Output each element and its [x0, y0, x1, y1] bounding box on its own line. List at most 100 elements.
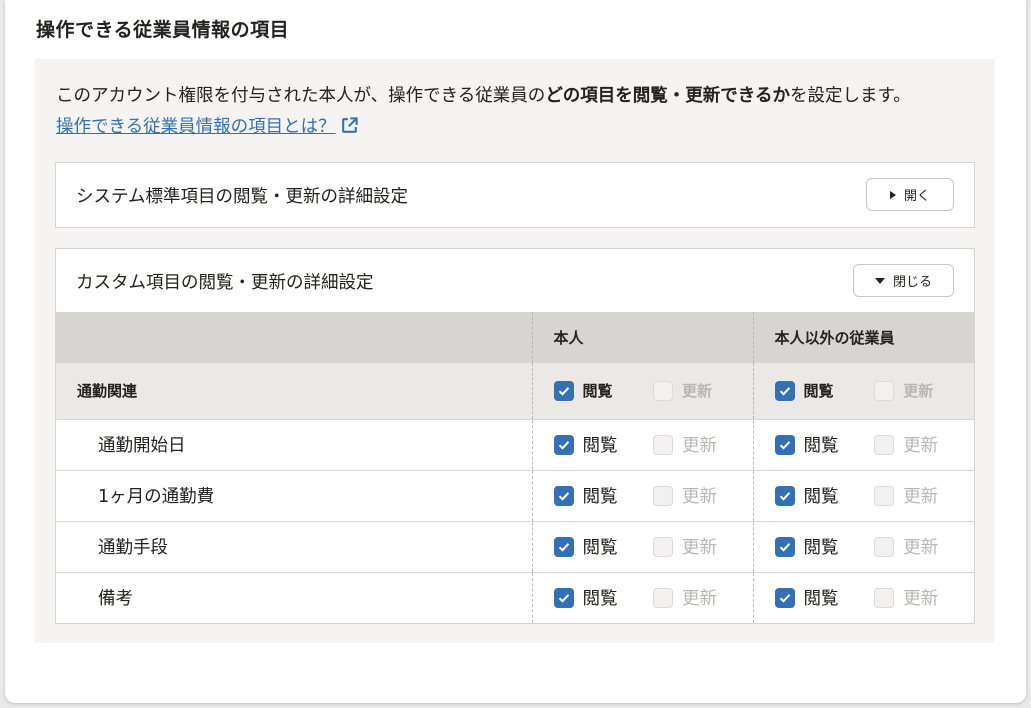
checkbox-unchecked-icon: [874, 485, 895, 506]
checkbox-checked-icon: [553, 434, 574, 455]
self-permissions: 閲覧 更新: [533, 534, 753, 559]
checkbox-checked-icon: [553, 380, 574, 401]
permission-table: 本人 本人以外の従業員 通勤関連 閲覧 更新 閲覧 更新 通勤開始日 閲覧 更新 閲覧 更新 1ヶ月…: [56, 312, 974, 623]
checkbox-unchecked-icon: [653, 536, 673, 557]
self-cell: 閲覧 更新: [531, 419, 753, 470]
others-view-checkbox[interactable]: 閲覧: [774, 483, 875, 508]
checkbox-label: 閲覧: [582, 538, 618, 558]
others-update-checkbox: 更新: [874, 432, 974, 457]
checkbox-label: 閲覧: [582, 487, 618, 507]
checkbox-unchecked-icon: [653, 485, 673, 506]
checkbox-label: 閲覧: [803, 436, 839, 456]
checkbox-checked-icon: [774, 380, 795, 401]
checkbox-checked-icon: [774, 536, 795, 557]
row-label: 通勤関連: [77, 382, 138, 401]
self-view-checkbox[interactable]: 閲覧: [553, 585, 654, 610]
column-header-self: 本人: [531, 312, 753, 363]
others-permissions: 閲覧 更新: [754, 585, 975, 610]
custom-items-section: カスタム項目の閲覧・更新の詳細設定 閉じる 本人 本人以外の従業員 通勤関連 閲覧…: [55, 248, 975, 624]
checkbox-label: 更新: [903, 589, 939, 610]
settings-card: 操作できる従業員情報の項目 このアカウント権限を付与された本人が、操作できる従業…: [5, 0, 1026, 703]
checkbox-label: 閲覧: [582, 382, 613, 401]
others-permissions: 閲覧 更新: [754, 534, 975, 559]
checkbox-label: 閲覧: [803, 589, 839, 610]
others-view-checkbox[interactable]: 閲覧: [774, 534, 875, 559]
others-cell: 閲覧 更新: [752, 470, 975, 521]
self-permissions: 閲覧 更新: [533, 380, 753, 401]
self-update-checkbox: 更新: [653, 585, 753, 610]
checkbox-unchecked-icon: [874, 380, 895, 401]
help-link[interactable]: 操作できる従業員情報の項目とは？: [56, 113, 359, 140]
checkbox-checked-icon: [553, 485, 574, 506]
external-link-icon: [340, 116, 359, 140]
checkbox-label: 更新: [903, 436, 939, 456]
column-header-others: 本人以外の従業員: [752, 312, 974, 363]
checkbox-label: 更新: [903, 382, 934, 401]
checkbox-label: 更新: [682, 487, 717, 507]
others-view-checkbox[interactable]: 閲覧: [774, 380, 875, 401]
checkbox-label: 閲覧: [803, 538, 839, 558]
checkbox-label: 更新: [682, 538, 717, 558]
group-row: 通勤関連 閲覧 更新 閲覧 更新: [56, 363, 974, 419]
open-button-label: 開く: [903, 189, 930, 204]
checkbox-label: 閲覧: [582, 589, 618, 610]
checkbox-checked-icon: [774, 485, 795, 506]
others-permissions: 閲覧 更新: [754, 483, 975, 508]
table-row: 備考 閲覧 更新 閲覧 更新: [56, 572, 974, 623]
description-text: このアカウント権限を付与された本人が、操作できる従業員の: [56, 86, 546, 106]
row-label: 備考: [98, 589, 133, 610]
others-permissions: 閲覧 更新: [754, 432, 975, 457]
help-link-label: 操作できる従業員情報の項目とは？: [56, 117, 336, 137]
self-permissions: 閲覧 更新: [533, 432, 753, 457]
self-cell: 閲覧 更新: [531, 572, 753, 623]
checkbox-unchecked-icon: [874, 587, 895, 608]
self-view-checkbox[interactable]: 閲覧: [553, 483, 654, 508]
table-row: 1ヶ月の通勤費 閲覧 更新 閲覧 更新: [56, 470, 974, 521]
others-update-checkbox: 更新: [874, 380, 974, 401]
others-permissions: 閲覧 更新: [754, 380, 975, 401]
standard-section-title: システム標準項目の閲覧・更新の詳細設定: [76, 187, 408, 207]
checkbox-label: 閲覧: [582, 436, 618, 456]
checkbox-checked-icon: [774, 587, 795, 608]
caret-right-icon: [889, 190, 896, 199]
row-label: 通勤開始日: [98, 436, 186, 456]
description-text-end: を設定します。: [789, 86, 911, 106]
others-cell: 閲覧 更新: [752, 363, 975, 419]
others-update-checkbox: 更新: [874, 483, 974, 508]
others-cell: 閲覧 更新: [752, 521, 975, 572]
others-cell: 閲覧 更新: [752, 572, 975, 623]
self-update-checkbox: 更新: [653, 380, 753, 401]
row-label: 通勤手段: [98, 538, 168, 558]
open-button[interactable]: 開く: [866, 178, 954, 211]
table-row: 通勤手段 閲覧 更新 閲覧 更新: [56, 521, 974, 572]
self-view-checkbox[interactable]: 閲覧: [553, 534, 654, 559]
checkbox-unchecked-icon: [874, 536, 895, 557]
checkbox-checked-icon: [553, 587, 574, 608]
checkbox-label: 閲覧: [803, 487, 839, 507]
caret-down-icon: [874, 277, 885, 284]
checkbox-unchecked-icon: [653, 380, 673, 401]
self-view-checkbox[interactable]: 閲覧: [553, 380, 654, 401]
others-view-checkbox[interactable]: 閲覧: [774, 585, 875, 610]
self-permissions: 閲覧 更新: [533, 585, 753, 610]
others-update-checkbox: 更新: [874, 585, 974, 610]
others-update-checkbox: 更新: [874, 534, 974, 559]
checkbox-label: 更新: [682, 589, 717, 610]
self-permissions: 閲覧 更新: [533, 483, 753, 508]
checkbox-label: 更新: [682, 382, 713, 401]
close-button-label: 閉じる: [892, 275, 932, 290]
checkbox-checked-icon: [774, 434, 795, 455]
column-header-item: [56, 312, 532, 363]
table-row: 通勤開始日 閲覧 更新 閲覧 更新: [56, 419, 974, 470]
checkbox-label: 更新: [903, 538, 939, 558]
checkbox-unchecked-icon: [653, 434, 673, 455]
self-update-checkbox: 更新: [653, 432, 753, 457]
self-cell: 閲覧 更新: [531, 363, 753, 419]
others-view-checkbox[interactable]: 閲覧: [774, 432, 875, 457]
self-cell: 閲覧 更新: [531, 470, 753, 521]
self-view-checkbox[interactable]: 閲覧: [553, 432, 654, 457]
custom-section-title: カスタム項目の閲覧・更新の詳細設定: [76, 273, 374, 293]
close-button[interactable]: 閉じる: [853, 264, 954, 297]
row-label: 1ヶ月の通勤費: [98, 487, 215, 507]
checkbox-unchecked-icon: [653, 587, 673, 608]
